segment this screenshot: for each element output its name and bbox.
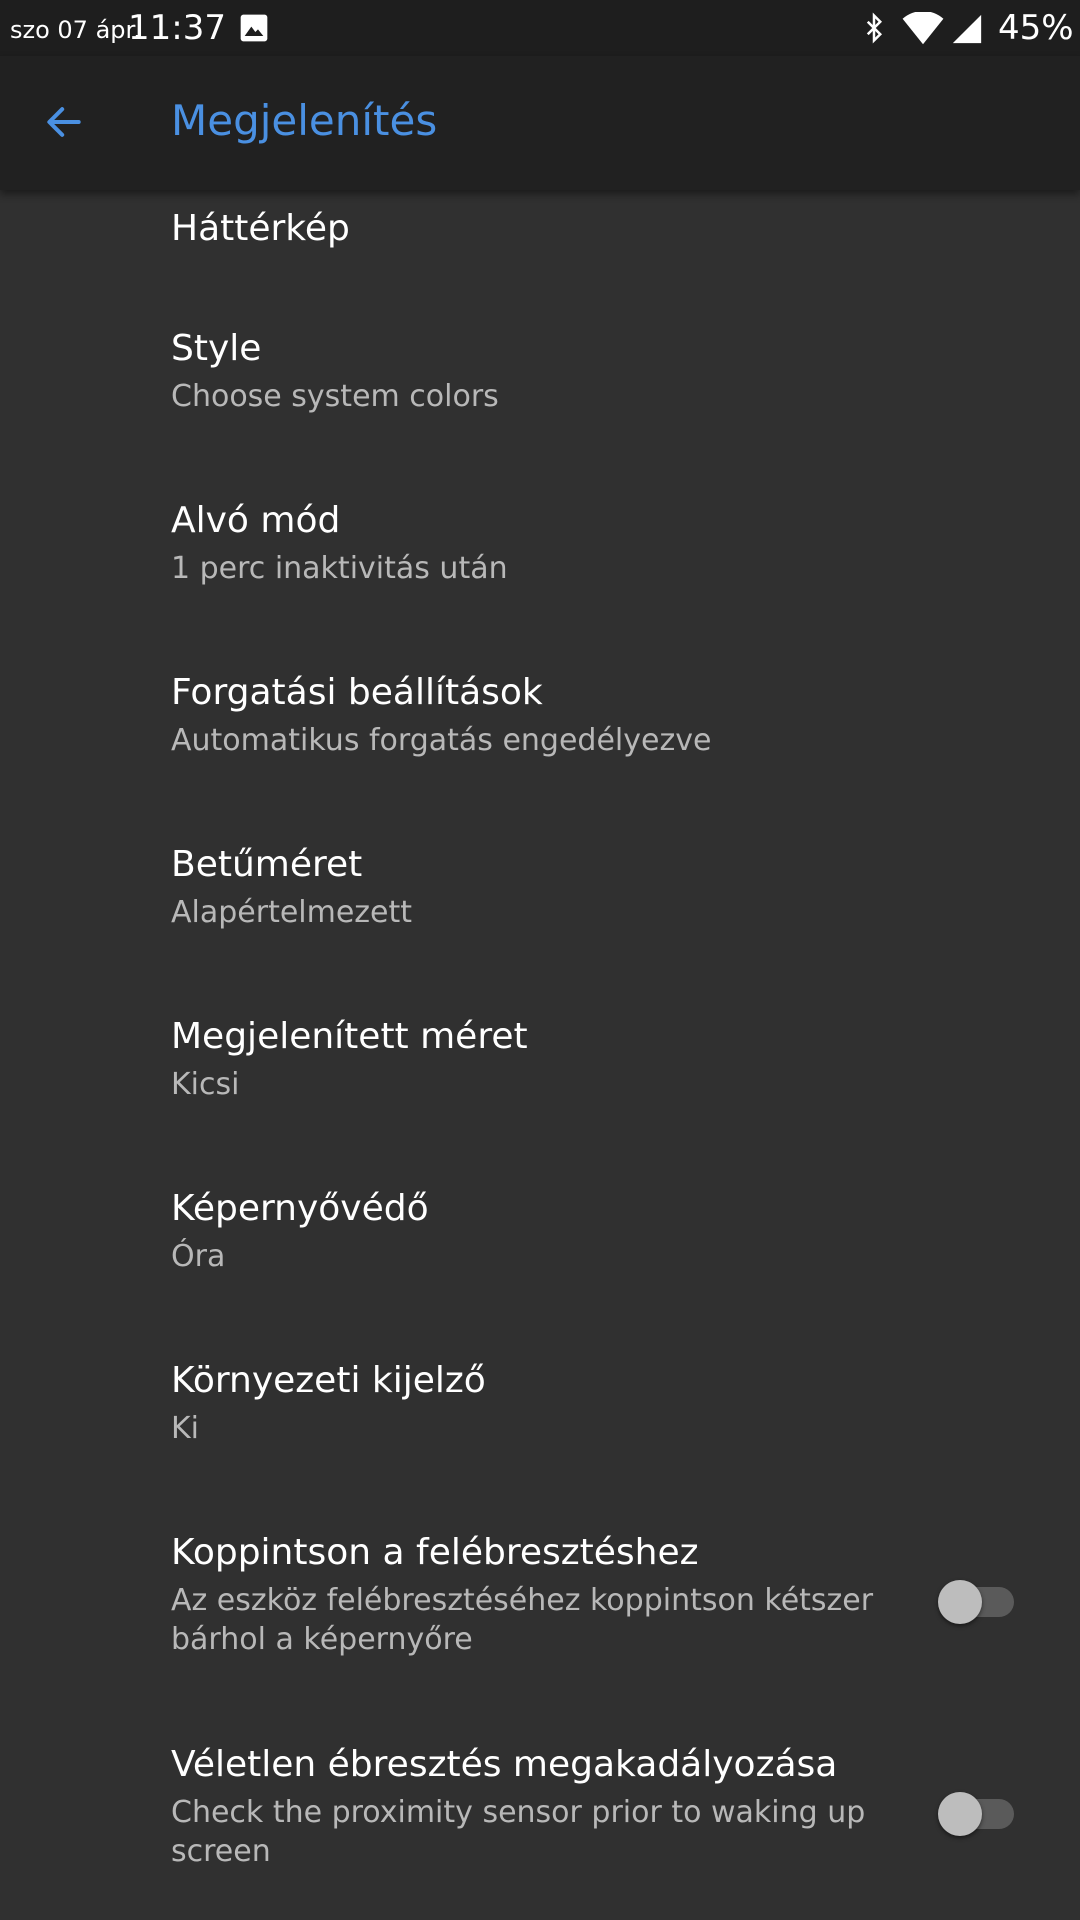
- setting-ambient-display[interactable]: Környezeti kijelző Ki: [0, 1320, 1080, 1492]
- setting-title: Véletlen ébresztés megakadályozása: [171, 1744, 838, 1785]
- setting-title: Alvó mód: [171, 500, 341, 541]
- setting-screensaver[interactable]: Képernyővédő Óra: [0, 1148, 1080, 1320]
- setting-subtitle: Check the proximity sensor prior to waki…: [171, 1795, 866, 1869]
- setting-subtitle: Alapértelmezett: [171, 895, 413, 930]
- setting-subtitle: 1 perc inaktivitás után: [171, 551, 508, 586]
- setting-title: Forgatási beállítások: [171, 672, 543, 713]
- prevent-accidental-wake-toggle[interactable]: [938, 1788, 1018, 1840]
- status-time: 11:37: [128, 8, 226, 48]
- app-bar: Megjelenítés: [0, 56, 1080, 190]
- setting-subtitle: Ki: [171, 1411, 200, 1446]
- wifi-icon: [902, 12, 944, 45]
- setting-tap-to-wake[interactable]: Koppintson a felébresztéshez Az eszköz f…: [0, 1492, 1080, 1704]
- setting-subtitle: Choose system colors: [171, 379, 499, 414]
- setting-subtitle: Automatikus forgatás engedélyezve: [171, 723, 712, 758]
- setting-style[interactable]: Style Choose system colors: [0, 288, 1080, 460]
- page-title: Megjelenítés: [171, 96, 438, 145]
- setting-subtitle: Kicsi: [171, 1067, 240, 1102]
- setting-wallpaper[interactable]: Háttérkép: [0, 190, 1080, 288]
- setting-title: Képernyővédő: [171, 1188, 429, 1229]
- setting-rotation[interactable]: Forgatási beállítások Automatikus forgat…: [0, 632, 1080, 804]
- signal-icon: [952, 14, 982, 44]
- setting-subtitle: Az eszköz felébresztéséhez koppintson ké…: [171, 1583, 874, 1657]
- setting-title: Háttérkép: [171, 208, 350, 249]
- setting-sleep[interactable]: Alvó mód 1 perc inaktivitás után: [0, 460, 1080, 632]
- image-icon: [240, 14, 268, 42]
- setting-subtitle: Óra: [171, 1239, 226, 1274]
- status-bar: szo 07 ápr. 11:37 45%: [0, 0, 1080, 56]
- battery-percentage: 45%: [998, 8, 1074, 48]
- setting-title: Környezeti kijelző: [171, 1360, 486, 1401]
- status-date: szo 07 ápr.: [10, 16, 141, 44]
- tap-to-wake-toggle[interactable]: [938, 1576, 1018, 1628]
- setting-title: Koppintson a felébresztéshez: [171, 1532, 699, 1573]
- setting-display-size[interactable]: Megjelenített méret Kicsi: [0, 976, 1080, 1148]
- setting-title: Style: [171, 328, 262, 369]
- arrow-back-icon[interactable]: [42, 100, 86, 144]
- setting-prevent-accidental-wake[interactable]: Véletlen ébresztés megakadályozása Check…: [0, 1704, 1080, 1920]
- setting-title: Megjelenített méret: [171, 1016, 528, 1057]
- toggle-thumb: [938, 1792, 982, 1836]
- setting-font-size[interactable]: Betűméret Alapértelmezett: [0, 804, 1080, 976]
- bluetooth-icon: [866, 12, 883, 44]
- setting-title: Betűméret: [171, 844, 363, 885]
- toggle-thumb: [938, 1580, 982, 1624]
